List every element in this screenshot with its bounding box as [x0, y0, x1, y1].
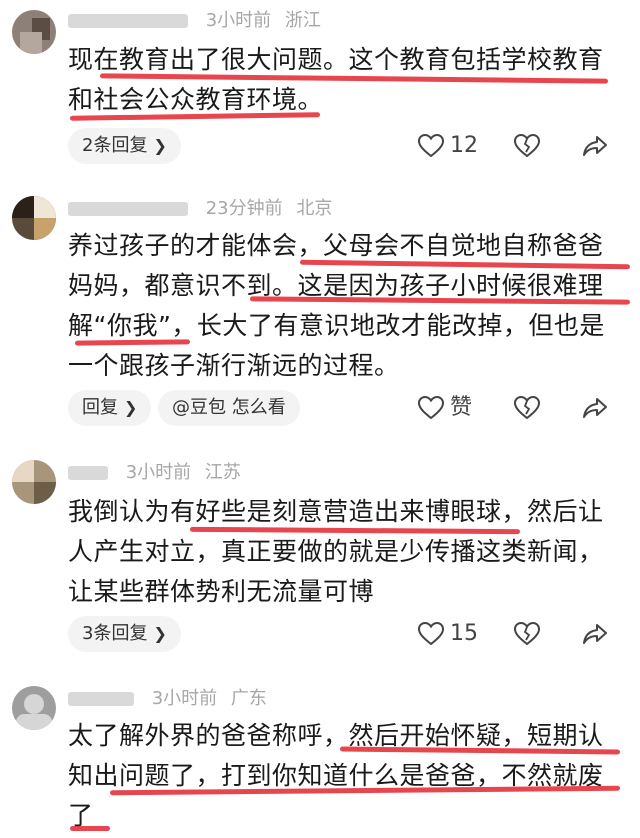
share-icon [583, 136, 607, 156]
share-button[interactable] [582, 392, 608, 424]
chevron-right-icon: ❯ [153, 136, 167, 155]
avatar[interactable] [12, 10, 56, 54]
blurred-username [68, 466, 108, 480]
dislike-button[interactable] [513, 392, 541, 424]
replies-label: 2条回复 [82, 135, 148, 156]
comment-time: 3小时前 [125, 462, 192, 483]
comment-location: 北京 [296, 198, 333, 219]
ask-doubao-button[interactable]: @豆包 怎么看 [158, 390, 300, 426]
dislike-button[interactable] [513, 618, 541, 650]
avatar[interactable] [12, 460, 56, 504]
reply-button[interactable]: 回复 ❯ [68, 390, 152, 426]
like-button[interactable]: 15 [417, 618, 478, 650]
like-label: 赞 [450, 395, 473, 420]
broken-heart-icon [513, 133, 541, 158]
ask-doubao-label: @豆包 怎么看 [172, 397, 286, 418]
like-button[interactable]: 12 [417, 130, 478, 162]
comment-time: 3小时前 [151, 688, 218, 709]
dislike-button[interactable] [513, 130, 541, 162]
comment-text: 我倒认为有好些是刻意营造出来博眼球，然后让 人产生对立，真正要做的就是少传播这类… [68, 492, 614, 612]
replies-button[interactable]: 3条回复 ❯ [68, 616, 181, 652]
share-icon [583, 624, 607, 644]
share-icon [583, 398, 607, 418]
comment-time: 3小时前 [205, 10, 272, 31]
comment-location: 浙江 [284, 10, 321, 31]
comment-text: 太了解外界的爸爸称呼，然后开始怀疑，短期认 知出问题了，打到你知道什么是爸爸，不… [68, 716, 614, 836]
comment-line: 了 [68, 801, 94, 830]
reply-label: 回复 [82, 397, 118, 418]
comment-meta: 3小时前 浙江 [68, 8, 321, 34]
blurred-username [68, 692, 134, 706]
like-button[interactable]: 赞 [417, 392, 473, 424]
avatar[interactable] [12, 686, 56, 730]
broken-heart-icon [513, 395, 541, 420]
replies-label: 3条回复 [82, 623, 148, 644]
comment-meta: 3小时前 广东 [68, 686, 267, 712]
heart-icon [417, 395, 445, 420]
comment-location: 江苏 [204, 462, 241, 483]
replies-button[interactable]: 2条回复 ❯ [68, 128, 181, 164]
chevron-right-icon: ❯ [124, 398, 138, 417]
comment-time: 23分钟前 [205, 198, 283, 219]
broken-heart-icon [513, 621, 541, 646]
comment-meta: 3小时前 江苏 [68, 460, 241, 486]
comment-location: 广东 [230, 688, 267, 709]
share-button[interactable] [582, 130, 608, 162]
red-underline [70, 826, 110, 831]
share-button[interactable] [582, 618, 608, 650]
comment-line: 我倒认为有好些是刻意营造出来博眼球，然后让 [68, 497, 604, 526]
heart-icon [417, 133, 445, 158]
avatar[interactable] [12, 196, 56, 240]
like-count: 12 [450, 133, 478, 158]
comment-meta: 23分钟前 北京 [68, 196, 332, 222]
blurred-username [68, 202, 188, 216]
comment-line: 让某些群体势利无流量可博 [68, 577, 375, 606]
like-count: 15 [450, 621, 478, 646]
chevron-right-icon: ❯ [153, 624, 167, 643]
blurred-username [68, 14, 188, 28]
comment-line: 一个跟孩子渐行渐远的过程。 [68, 351, 400, 380]
comment-text: 养过孩子的才能体会，父母会不自觉地自称爸爸 妈妈，都意识不到。这是因为孩子小时候… [68, 226, 614, 386]
comment-line: 人产生对立，真正要做的就是少传播这类新闻， [68, 537, 604, 566]
heart-icon [417, 621, 445, 646]
